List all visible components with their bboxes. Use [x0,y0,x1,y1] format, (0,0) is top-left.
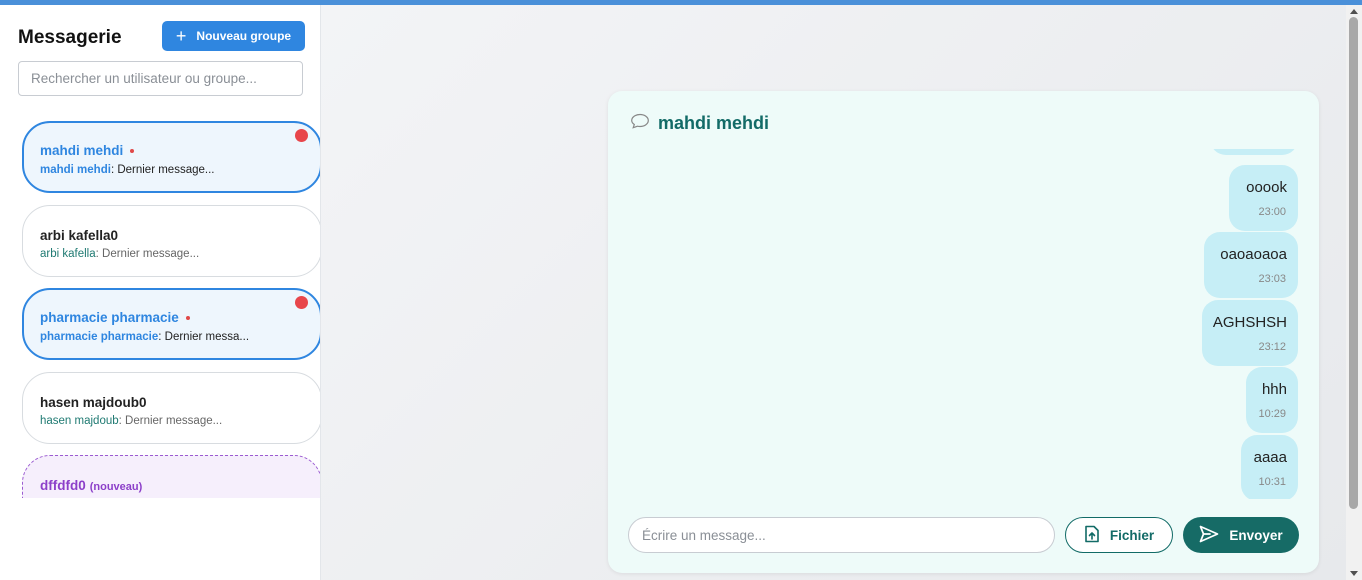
unread-dot-icon [130,149,135,154]
message-bubble: ooook 23:00 [1229,165,1298,231]
message-time: 10:31 [1258,476,1286,488]
file-button[interactable]: Fichier [1065,517,1173,553]
message-time: 23:00 [1258,206,1286,218]
new-group-button[interactable]: + Nouveau groupe [162,21,305,51]
main-area: mahdi mehdi ooook 23:00 oaoaoaoa 23:03 A… [321,5,1346,580]
conversation-item[interactable]: dffdfd0 (nouveau) [22,455,320,498]
message-bubble: aaaa 10:31 [1241,435,1298,499]
conversation-preview: hasen majdoub: Dernier message... [40,415,223,427]
unread-dot-icon [185,316,190,321]
conversation-item[interactable]: mahdi mehdi mahdi mehdi: Dernier message… [22,121,320,193]
message-time: 23:12 [1258,341,1286,353]
file-upload-icon [1084,525,1100,546]
sidebar-title: Messagerie [18,27,122,48]
conversation-item[interactable]: pharmacie pharmacie pharmacie pharmacie:… [22,288,320,360]
conversation-item[interactable]: hasen majdoub0 hasen majdoub: Dernier me… [22,372,320,444]
chat-bubble-icon [630,113,650,134]
chat-header: mahdi mehdi [630,113,769,134]
conversation-item[interactable]: arbi kafella0 arbi kafella: Dernier mess… [22,205,320,277]
message-time: 23:03 [1258,273,1286,285]
message-time: 10:29 [1258,408,1286,420]
message-list: ooook 23:00 oaoaoaoa 23:03 AGHSHSH 23:12… [608,149,1319,499]
send-label: Envoyer [1229,527,1283,543]
conversation-name: pharmacie pharmacie [40,310,190,325]
conversation-list: mahdi mehdi mahdi mehdi: Dernier message… [0,110,320,498]
scroll-up-icon[interactable] [1350,9,1358,14]
new-group-label: Nouveau groupe [196,29,292,43]
message-input[interactable] [628,517,1055,553]
send-button[interactable]: Envoyer [1183,517,1299,553]
message-text: AGHSHSH [1212,314,1287,331]
chat-panel: mahdi mehdi ooook 23:00 oaoaoaoa 23:03 A… [608,91,1319,573]
conversation-name: hasen majdoub0 [40,395,147,410]
sidebar: Messagerie + Nouveau groupe mahdi mehdi … [0,5,321,580]
send-icon [1199,525,1219,546]
new-tag: (nouveau) [89,481,143,493]
message-text: hhh [1261,381,1287,398]
message-bubble: hhh 10:29 [1246,367,1298,433]
message-bubble: oaoaoaoa 23:03 [1204,232,1298,298]
unread-badge-icon [295,296,308,309]
conversation-preview: mahdi mehdi: Dernier message... [40,164,215,176]
conversation-name: mahdi mehdi [40,143,135,158]
scroll-thumb[interactable] [1349,17,1358,509]
message-bubble: AGHSHSH 23:12 [1202,300,1298,366]
search-input[interactable] [18,61,303,96]
conversation-name: arbi kafella0 [40,228,119,243]
page-scrollbar[interactable] [1346,5,1362,580]
unread-badge-icon [295,129,308,142]
chat-title: mahdi mehdi [658,113,770,133]
conversation-preview: arbi kafella: Dernier message... [40,248,200,260]
conversation-name: dffdfd0 (nouveau) [40,478,143,493]
conversation-preview: pharmacie pharmacie: Dernier messa... [40,331,250,343]
plus-icon: + [175,26,187,46]
scroll-down-icon[interactable] [1350,571,1358,576]
message-text: ooook [1246,179,1287,196]
message-text: aaaa [1253,449,1287,466]
message-bubble [1210,149,1298,155]
message-text: oaoaoaoa [1220,246,1287,263]
file-label: Fichier [1109,527,1155,543]
